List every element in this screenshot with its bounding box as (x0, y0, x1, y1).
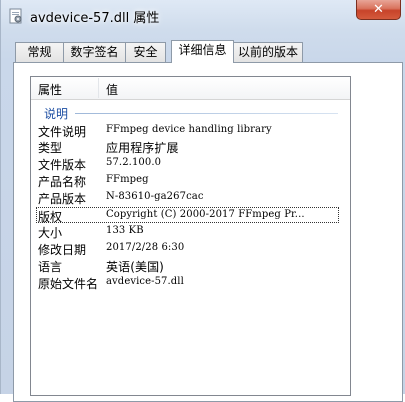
column-header-value[interactable]: 值 (106, 81, 118, 98)
property-value: FFmpeg (106, 174, 149, 185)
property-name: 语言 (38, 260, 63, 274)
property-value: FFmpeg device handling library (106, 124, 272, 135)
dll-file-icon (9, 8, 22, 24)
tab-security[interactable]: 安全 (125, 42, 166, 62)
property-value: N-83610-ga267cac (106, 191, 204, 202)
property-value: 2017/2/28 6:30 (106, 242, 185, 253)
column-header: 属性 值 (31, 77, 350, 100)
property-value: avdevice-57.dll (106, 276, 184, 287)
tab-label: 常规 (27, 45, 52, 59)
list-item[interactable]: 修改日期 2017/2/28 6:30 (37, 241, 340, 257)
list-item[interactable]: 文件说明 FFmpeg device handling library (37, 123, 340, 139)
tab-label: 详细信息 (178, 43, 227, 57)
tab-label: 安全 (133, 45, 158, 59)
list-item[interactable]: 产品版本 N-83610-ga267cac (37, 190, 340, 206)
property-value: 57.2.100.0 (106, 157, 162, 168)
list-item[interactable]: 原始文件名 avdevice-57.dll (37, 275, 340, 291)
property-name: 原始文件名 (38, 277, 99, 291)
property-value: Copyright (C) 2000-2017 FFmpeg Pr... (106, 209, 305, 220)
title-bar[interactable]: avdevice-57.dll 属性 ✕ (1, 0, 405, 34)
column-header-property[interactable]: 属性 (38, 81, 62, 98)
property-name: 文件说明 (38, 125, 87, 139)
property-name: 大小 (38, 226, 63, 240)
tab-general[interactable]: 常规 (15, 42, 64, 62)
properties-window: avdevice-57.dll 属性 ✕ 常规 数字签名 安全 详细信息 以前的… (0, 0, 405, 402)
group-header-description: 说明 (44, 107, 69, 121)
tab-strip: 常规 数字签名 安全 详细信息 以前的版本 (13, 40, 403, 63)
tab-details[interactable]: 详细信息 (171, 40, 234, 63)
list-item-selected[interactable]: 版权 Copyright (C) 2000-2017 FFmpeg Pr... (36, 207, 339, 224)
list-item[interactable]: 产品名称 FFmpeg (37, 173, 340, 189)
property-value: 英语(美国) (106, 260, 164, 274)
list-item[interactable]: 语言 英语(美国) (37, 258, 340, 274)
close-button[interactable]: ✕ (356, 0, 401, 20)
tab-label: 以前的版本 (237, 45, 298, 59)
property-name: 类型 (38, 141, 63, 155)
property-name: 产品名称 (38, 175, 87, 189)
close-icon: ✕ (373, 2, 384, 17)
tab-label: 数字签名 (70, 45, 119, 59)
property-value: 应用程序扩展 (106, 141, 179, 155)
window-title: avdevice-57.dll 属性 (30, 11, 160, 26)
column-divider[interactable] (98, 78, 99, 98)
group-divider (75, 113, 338, 114)
property-name: 文件版本 (38, 158, 87, 172)
property-name: 版权 (38, 210, 63, 224)
list-item[interactable]: 大小 133 KB (37, 224, 340, 240)
list-item[interactable]: 文件版本 57.2.100.0 (37, 156, 340, 172)
property-name: 修改日期 (38, 243, 87, 257)
tab-previous-versions[interactable]: 以前的版本 (233, 42, 303, 62)
property-name: 产品版本 (38, 192, 87, 206)
tab-digital-signatures[interactable]: 数字签名 (63, 42, 126, 62)
property-value: 133 KB (106, 225, 144, 236)
list-item[interactable]: 类型 应用程序扩展 (37, 139, 340, 155)
details-list[interactable]: 属性 值 说明 文件说明 FFmpeg device handling libr… (30, 76, 351, 396)
